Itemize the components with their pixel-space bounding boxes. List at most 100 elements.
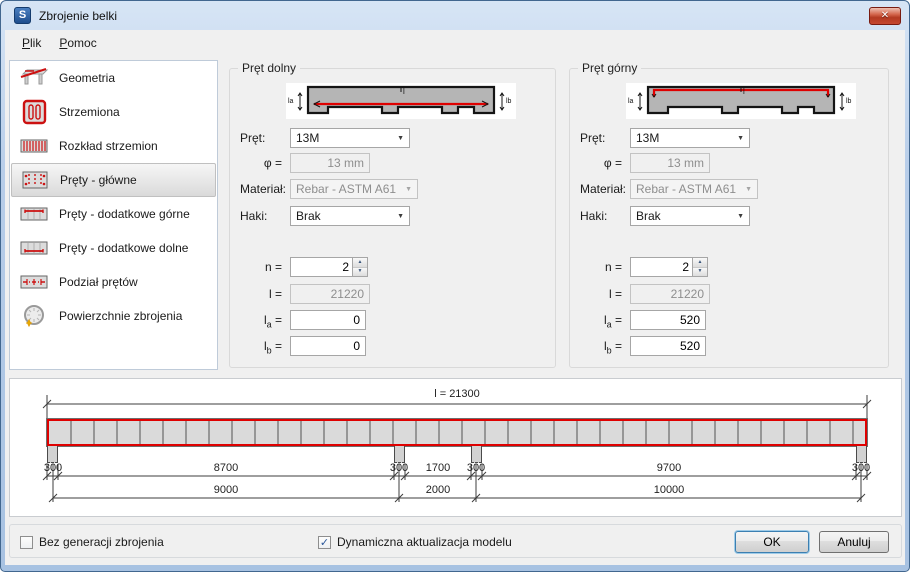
- titlebar: S Zbrojenie belki ✕: [5, 1, 905, 30]
- dialog-client-area: Plik Pomoc Geometria Strzemiona Rozkład …: [5, 30, 905, 565]
- sidebar-item-label: Pręty - dodatkowe górne: [59, 207, 190, 221]
- chevron-down-icon: ▼: [405, 185, 412, 193]
- group-pret-gorny: Pręt górny l la lb Pręt: 13M ▼ φ = 13 mm…: [569, 61, 889, 368]
- close-button[interactable]: ✕: [869, 6, 901, 25]
- material-label: Materiał:: [240, 182, 287, 196]
- l-field: [630, 284, 710, 304]
- no-generation-label[interactable]: Bez generacji zbrojenia: [39, 535, 164, 549]
- no-generation-checkbox-row: Bez generacji zbrojenia: [20, 525, 164, 559]
- dim-value: 300: [466, 462, 486, 474]
- diagram-lb-label: lb: [846, 98, 852, 105]
- sidebar-item-label: Podział prętów: [59, 275, 138, 289]
- la-label: la =: [603, 313, 622, 330]
- haki-label: Haki:: [580, 209, 608, 223]
- dialog-window: S Zbrojenie belki ✕ Plik Pomoc Geometria…: [0, 0, 910, 572]
- la-field[interactable]: [290, 310, 366, 330]
- spin-down-icon[interactable]: ▼: [353, 267, 367, 276]
- l-label: l =: [608, 287, 622, 301]
- pret-label: Pręt:: [240, 131, 266, 145]
- dynamic-update-checkbox[interactable]: ✓: [318, 535, 331, 549]
- l-field: [290, 284, 370, 304]
- pret-select[interactable]: 13M ▼: [290, 128, 410, 148]
- support-column: [856, 446, 867, 463]
- sidebar-item-strzemiona[interactable]: Strzemiona: [11, 95, 216, 129]
- menu-bar: Plik Pomoc: [5, 30, 905, 56]
- sidebar-item-powierzchnie-zbrojenia[interactable]: Powierzchnie zbrojenia: [11, 299, 216, 333]
- phi-field: [630, 153, 710, 173]
- additional-bottom-bars-icon: [18, 235, 50, 261]
- sidebar-item-label: Strzemiona: [59, 105, 120, 119]
- dynamic-update-checkbox-row: ✓ Dynamiczna aktualizacja modelu: [318, 525, 512, 559]
- sidebar: Geometria Strzemiona Rozkład strzemion P…: [9, 60, 218, 370]
- dim-value: 9700: [656, 462, 682, 474]
- main-bars-icon: [19, 167, 51, 193]
- spin-up-icon[interactable]: ▲: [353, 258, 367, 268]
- dynamic-update-label[interactable]: Dynamiczna aktualizacja modelu: [337, 535, 512, 549]
- n-stepper[interactable]: ▲▼: [630, 257, 708, 277]
- material-select: Rebar - ASTM A61 ▼: [290, 179, 418, 199]
- group-title: Pręt górny: [578, 61, 642, 75]
- la-field[interactable]: [630, 310, 706, 330]
- lb-label: lb =: [603, 339, 622, 356]
- sidebar-item-prety-dodatkowe-gorne[interactable]: Pręty - dodatkowe górne: [11, 197, 216, 231]
- sidebar-item-label: Powierzchnie zbrojenia: [59, 309, 183, 323]
- dim-value: 2000: [425, 484, 451, 496]
- additional-top-bars-icon: [18, 201, 50, 227]
- chevron-down-icon: ▼: [397, 212, 404, 220]
- spin-up-icon[interactable]: ▲: [693, 258, 707, 268]
- dim-value: 300: [851, 462, 871, 474]
- la-label: la =: [263, 313, 282, 330]
- lb-field[interactable]: [290, 336, 366, 356]
- group-title: Pręt dolny: [238, 61, 301, 75]
- dim-value: 9000: [213, 484, 239, 496]
- reinforcement-surfaces-icon: [18, 303, 50, 329]
- pret-select[interactable]: 13M ▼: [630, 128, 750, 148]
- diagram-lb-label: lb: [506, 98, 512, 105]
- menu-item-pomoc[interactable]: Pomoc: [50, 32, 105, 54]
- geometry-icon: [18, 65, 50, 91]
- cancel-button[interactable]: Anuluj: [819, 531, 889, 553]
- support-column: [471, 446, 482, 463]
- stirrups-icon: [18, 99, 50, 125]
- sidebar-item-label: Geometria: [59, 71, 116, 85]
- n-label: n =: [264, 260, 282, 274]
- diagram-la-label: la: [288, 98, 294, 105]
- sidebar-item-podzial-pretow[interactable]: Podział prętów: [11, 265, 216, 299]
- dim-value: 8700: [213, 462, 239, 474]
- chevron-down-icon: ▼: [737, 212, 744, 220]
- bottom-bar-diagram: l la lb: [286, 83, 516, 119]
- chevron-down-icon: ▼: [737, 134, 744, 142]
- dim-value: 10000: [653, 484, 685, 496]
- diagram-la-label: la: [628, 98, 634, 105]
- material-select: Rebar - ASTM A61 ▼: [630, 179, 758, 199]
- haki-select[interactable]: Brak ▼: [630, 206, 750, 226]
- haki-select[interactable]: Brak ▼: [290, 206, 410, 226]
- menu-item-plik[interactable]: Plik: [13, 32, 50, 54]
- sidebar-item-prety-dodatkowe-dolne[interactable]: Pręty - dodatkowe dolne: [11, 231, 216, 265]
- support-column: [394, 446, 405, 463]
- n-input[interactable]: [631, 258, 693, 276]
- n-input[interactable]: [291, 258, 353, 276]
- diagram-length-label: l: [403, 87, 405, 96]
- dim-value: 300: [389, 462, 409, 474]
- sidebar-item-rozklad-strzemion[interactable]: Rozkład strzemion: [11, 129, 216, 163]
- n-stepper[interactable]: ▲▼: [290, 257, 368, 277]
- sidebar-item-geometria[interactable]: Geometria: [11, 61, 216, 95]
- dim-value: 1700: [425, 462, 451, 474]
- spin-down-icon[interactable]: ▼: [693, 267, 707, 276]
- material-label: Materiał:: [580, 182, 627, 196]
- phi-field: [290, 153, 370, 173]
- pret-label: Pręt:: [580, 131, 606, 145]
- sidebar-item-prety-glowne[interactable]: Pręty - główne: [11, 163, 216, 197]
- group-pret-dolny: Pręt dolny l la lb Pręt: 13M ▼ φ = 13 mm…: [229, 61, 556, 368]
- no-generation-checkbox[interactable]: [20, 535, 33, 549]
- lb-label: lb =: [263, 339, 282, 356]
- beam-with-stirrups: [47, 419, 867, 446]
- bar-division-icon: [18, 269, 50, 295]
- footer-bar: Bez generacji zbrojenia ✓ Dynamiczna akt…: [9, 524, 902, 558]
- lb-field[interactable]: [630, 336, 706, 356]
- chevron-down-icon: ▼: [745, 185, 752, 193]
- stirrup-layout-icon: [18, 133, 50, 159]
- phi-label: φ =: [263, 156, 282, 170]
- ok-button[interactable]: OK: [735, 531, 809, 553]
